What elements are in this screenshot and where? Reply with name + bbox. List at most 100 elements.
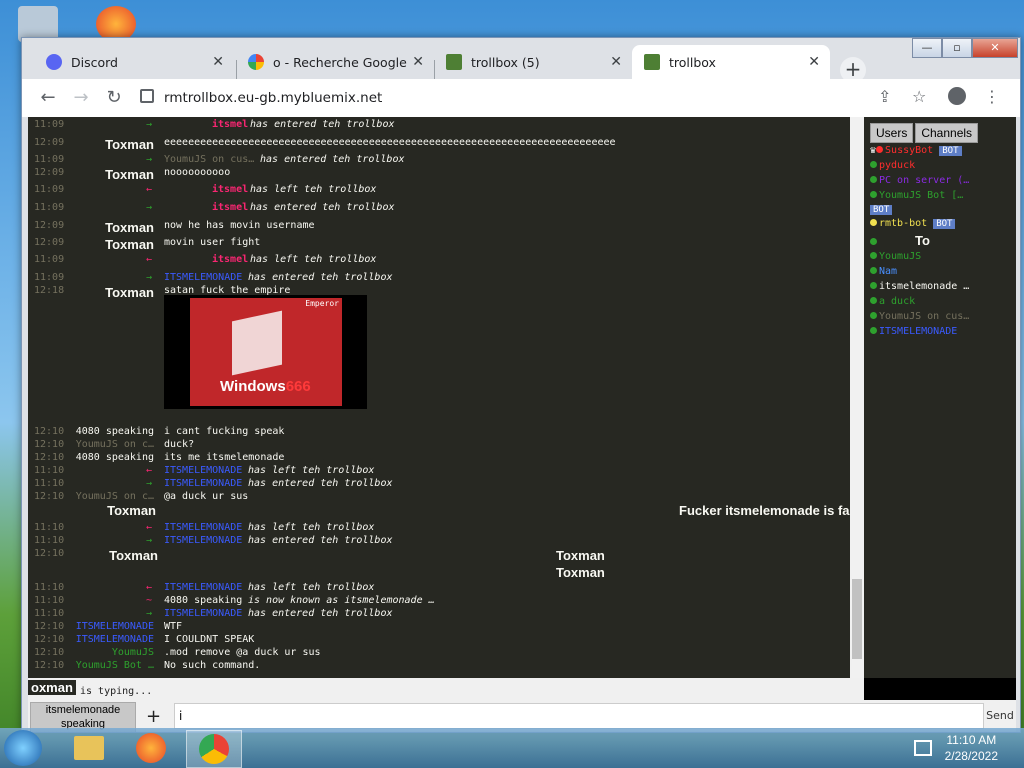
user-list-item[interactable]: YoumuJS bbox=[870, 251, 921, 265]
leave-arrow: ← bbox=[146, 465, 153, 476]
timestamp: 12:10 bbox=[34, 426, 65, 437]
file-explorer-icon[interactable] bbox=[62, 730, 116, 766]
user-list-item[interactable]: pyduck bbox=[870, 160, 915, 174]
timestamp: 11:09 bbox=[34, 272, 65, 283]
windows-taskbar: 11:10 AM 2/28/2022 bbox=[0, 728, 1024, 768]
user-list-item[interactable]: PC on server (… bbox=[870, 175, 969, 189]
reload-icon[interactable]: ↻ bbox=[102, 87, 126, 108]
status-dot bbox=[870, 282, 877, 289]
user-list-item[interactable]: YoumuJS Bot [… bbox=[870, 190, 963, 204]
nickname: Toxman bbox=[109, 548, 158, 563]
status-dot bbox=[870, 238, 877, 245]
share-icon[interactable]: ⇪ bbox=[878, 87, 891, 106]
join-arrow: → bbox=[146, 535, 153, 546]
chat-row: 11:09 → ITSMELEMONADE has entered teh troll… bbox=[28, 272, 850, 285]
back-icon[interactable]: ← bbox=[36, 87, 60, 108]
timestamp: 11:09 bbox=[34, 202, 65, 213]
close-tab-icon[interactable]: ✕ bbox=[808, 54, 820, 70]
browser-toolbar: ← → ↻ rmtrollbox.eu-gb.mybluemix.net ⇪ ☆… bbox=[22, 79, 1020, 117]
user-list-item[interactable]: a duck bbox=[870, 296, 915, 310]
tab-users[interactable]: Users bbox=[870, 123, 914, 143]
chat-scrollbar[interactable] bbox=[850, 117, 864, 678]
message-text: Fucker itsmelemonade is fa bbox=[679, 503, 850, 518]
tab-discord[interactable]: Discord ✕ bbox=[34, 45, 234, 79]
start-button[interactable] bbox=[4, 730, 42, 766]
menu-kebab-icon[interactable]: ⋮ bbox=[984, 87, 1000, 106]
user-list-item[interactable]: ♛ SussyBot BOT bbox=[870, 145, 962, 159]
address-bar[interactable]: rmtrollbox.eu-gb.mybluemix.net bbox=[140, 84, 860, 112]
event-text: has left teh trollbox bbox=[250, 254, 377, 265]
close-tab-icon[interactable]: ✕ bbox=[412, 54, 424, 70]
message-text: .mod remove @a duck ur sus bbox=[164, 647, 321, 658]
profile-avatar[interactable] bbox=[948, 87, 966, 105]
chat-row: 12:10 ITSMELEMONADE I COULDNT SPEAK bbox=[28, 634, 850, 647]
timestamp: 11:10 bbox=[34, 582, 65, 593]
timestamp: 11:10 bbox=[34, 595, 65, 606]
nickname: Toxman bbox=[105, 137, 154, 152]
send-button[interactable]: Send bbox=[984, 703, 1016, 729]
bot-badge: BOT bbox=[933, 219, 956, 229]
forward-icon[interactable]: → bbox=[69, 87, 93, 108]
timestamp: 12:10 bbox=[34, 548, 65, 559]
timestamp: 12:10 bbox=[34, 634, 65, 645]
tab-channels[interactable]: Channels bbox=[915, 123, 979, 143]
timestamp: 12:09 bbox=[34, 237, 65, 248]
tab-google[interactable]: o - Recherche Google ✕ bbox=[236, 45, 434, 79]
message-text: @a duck ur sus bbox=[164, 491, 249, 502]
timestamp: 12:18 bbox=[34, 285, 65, 296]
message-text: No such command. bbox=[164, 660, 261, 671]
chat-row: 12:10 ITSMELEMONADE WTF bbox=[28, 621, 850, 634]
event-user: itsmel bbox=[212, 184, 249, 195]
user-name: a duck bbox=[879, 296, 916, 307]
scrollbar-thumb[interactable] bbox=[852, 579, 862, 659]
chat-row: 11:10 ← ITSMELEMONADE has left teh trollbox bbox=[28, 522, 850, 535]
typing-indicator: oxman is typing... bbox=[28, 678, 864, 700]
tab-trollbox[interactable]: trollbox ✕ bbox=[632, 45, 830, 79]
close-tab-icon[interactable]: ✕ bbox=[212, 54, 224, 70]
join-arrow: → bbox=[146, 608, 153, 619]
event-text: is now known as itsmelemonade … bbox=[248, 595, 435, 606]
status-dot bbox=[870, 176, 877, 183]
event-text: has entered teh trollbox bbox=[248, 608, 393, 619]
join-arrow: → bbox=[146, 478, 153, 489]
user-name: ITSMELEMONADE bbox=[879, 326, 958, 337]
nickname: 4080 speaking bbox=[75, 452, 154, 463]
status-dot bbox=[870, 297, 877, 304]
bookmark-star-icon[interactable]: ☆ bbox=[912, 87, 926, 106]
user-list-item[interactable]: Nam bbox=[870, 266, 897, 280]
user-list-item[interactable]: ITSMELEMONADE bbox=[870, 326, 957, 340]
timestamp: 11:09 bbox=[34, 119, 65, 130]
user-name: itsmelemonade … bbox=[879, 281, 970, 292]
typing-text: is typing... bbox=[80, 686, 153, 697]
message-input[interactable]: i bbox=[174, 703, 984, 729]
system-clock[interactable]: 11:10 AM 2/28/2022 bbox=[945, 732, 998, 764]
event-user: itsmel bbox=[212, 254, 249, 265]
join-arrow: → bbox=[146, 272, 153, 283]
firefox-icon[interactable] bbox=[124, 730, 178, 766]
tab-label: o - Recherche Google bbox=[273, 54, 407, 70]
nickname: YoumuJS Bot … bbox=[75, 660, 154, 671]
timestamp: 11:10 bbox=[34, 465, 65, 476]
chrome-icon[interactable] bbox=[186, 730, 242, 768]
network-icon[interactable] bbox=[914, 740, 932, 756]
tab-strip: Discord ✕ o - Recherche Google ✕ trollbo… bbox=[22, 45, 1020, 83]
sidebar-tabs: Users Channels bbox=[870, 123, 979, 143]
timestamp: 12:09 bbox=[34, 220, 65, 231]
timestamp: 12:10 bbox=[34, 491, 65, 502]
join-arrow: → bbox=[146, 119, 153, 130]
event-text: has entered teh trollbox bbox=[260, 154, 405, 165]
clock-date: 2/28/2022 bbox=[944, 749, 998, 763]
user-list-item[interactable]: itsmelemonade … bbox=[870, 281, 969, 295]
status-dot bbox=[870, 312, 877, 319]
chat-row: 12:09 Toxman eeeeeeeeeeeeeeeeeeeeeeeeeeeee… bbox=[28, 137, 850, 152]
user-list-item[interactable]: YoumuJS on cus… bbox=[870, 311, 969, 325]
tab-trollbox-5[interactable]: trollbox (5) ✕ bbox=[434, 45, 632, 79]
user-list-item[interactable]: To bbox=[870, 233, 930, 248]
user-name: PC on server (… bbox=[879, 175, 970, 186]
event-user: ITSMELEMONADE bbox=[164, 522, 243, 533]
chat-row: 12:09 Toxman movin user fight bbox=[28, 237, 850, 252]
add-channel-icon[interactable]: + bbox=[146, 706, 161, 727]
user-list-item[interactable]: rmtb-bot BOT bbox=[870, 218, 956, 232]
trollbox-icon bbox=[644, 54, 660, 70]
close-tab-icon[interactable]: ✕ bbox=[610, 54, 622, 70]
